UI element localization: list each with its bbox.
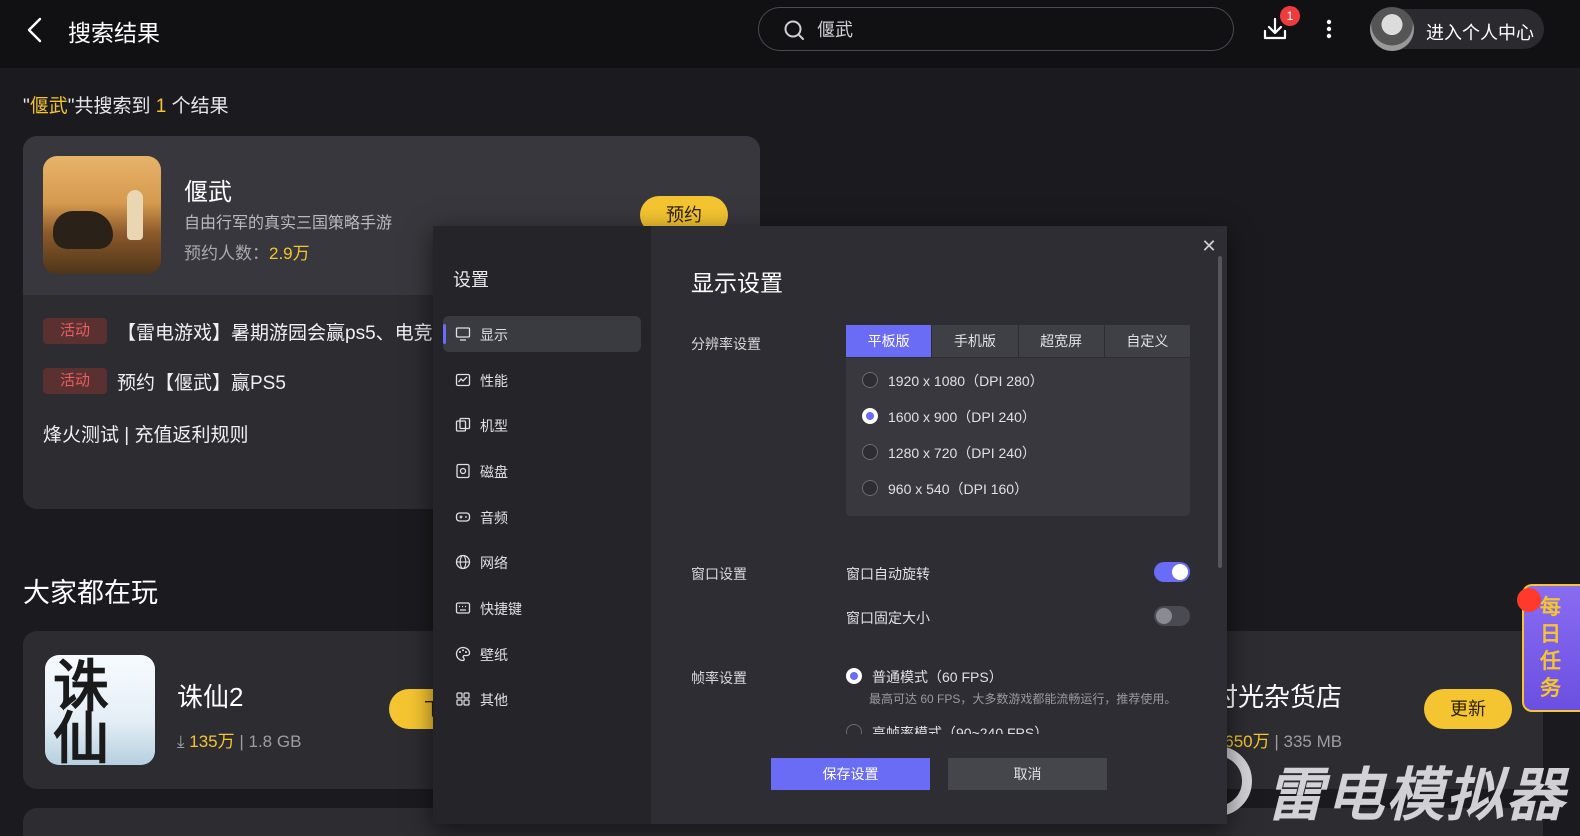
settings-nav-wallpaper[interactable]: 壁纸 bbox=[443, 636, 641, 672]
window-settings-label: 窗口设置 bbox=[691, 566, 747, 582]
activity-text[interactable]: 【雷电游戏】暑期游园会赢ps5、电竞 bbox=[117, 318, 433, 345]
settings-nav-performance[interactable]: 性能 bbox=[443, 362, 641, 398]
search-box[interactable] bbox=[758, 7, 1234, 51]
popular-section-title: 大家都在玩 bbox=[23, 578, 158, 608]
activity-tag: 活动 bbox=[43, 368, 107, 394]
update-button[interactable]: 更新 bbox=[1424, 689, 1512, 729]
game-icon[interactable] bbox=[43, 156, 161, 274]
settings-sidebar-title: 设置 bbox=[453, 270, 489, 290]
tab-phone[interactable]: 手机版 bbox=[932, 325, 1018, 357]
activity-text[interactable]: 预约【偃武】赢PS5 bbox=[117, 368, 286, 395]
avatar bbox=[1370, 7, 1414, 51]
notification-dot bbox=[1517, 588, 1541, 612]
daily-task-label: 每日任务 bbox=[1540, 596, 1561, 700]
resolution-options: 1920 x 1080（DPI 280） 1600 x 900（DPI 240）… bbox=[846, 358, 1190, 516]
download-count-badge: 1 bbox=[1280, 6, 1300, 26]
audio-icon bbox=[455, 512, 471, 522]
settings-title: 显示设置 bbox=[691, 270, 783, 296]
auto-rotate-label: 窗口自动旋转 bbox=[846, 566, 930, 582]
cancel-button[interactable]: 取消 bbox=[948, 758, 1107, 790]
radio-button[interactable] bbox=[862, 372, 878, 388]
fixed-size-label: 窗口固定大小 bbox=[846, 610, 930, 626]
back-arrow-icon[interactable] bbox=[20, 14, 52, 46]
auto-rotate-toggle[interactable] bbox=[1154, 562, 1190, 582]
disk-icon bbox=[456, 463, 470, 479]
more-menu-icon[interactable] bbox=[1318, 16, 1340, 42]
radio-button-selected[interactable] bbox=[846, 668, 862, 684]
game-name[interactable]: 偃武 bbox=[184, 172, 232, 207]
watermark: 雷电模拟器 bbox=[1182, 744, 1564, 828]
grid-icon bbox=[456, 692, 470, 706]
summary-keyword: 偃武 bbox=[29, 96, 68, 117]
close-icon[interactable]: ✕ bbox=[1197, 234, 1221, 258]
game-links[interactable]: 烽火测试 | 充值返利规则 bbox=[43, 420, 249, 447]
fixed-size-toggle[interactable] bbox=[1154, 606, 1190, 626]
performance-icon bbox=[455, 373, 471, 387]
reserve-count: 预约人数：2.9万 bbox=[184, 244, 310, 263]
tab-ultrawide[interactable]: 超宽屏 bbox=[1018, 325, 1104, 357]
user-center-label: 进入个人中心 bbox=[1426, 23, 1534, 43]
tab-tablet[interactable]: 平板版 bbox=[846, 325, 932, 357]
settings-footer: 保存设置 取消 bbox=[651, 738, 1227, 824]
keyboard-icon bbox=[455, 602, 471, 614]
game-description: 自由行军的真实三国策略手游 bbox=[184, 215, 393, 232]
fps-high-option[interactable]: 高帧率模式（90~240 FPS） bbox=[846, 722, 1190, 734]
settings-nav-network[interactable]: 网络 bbox=[443, 544, 641, 580]
search-icon bbox=[784, 20, 804, 40]
settings-nav-disk[interactable]: 磁盘 bbox=[443, 453, 641, 489]
resolution-label: 分辨率设置 bbox=[691, 336, 761, 352]
activity-tag: 活动 bbox=[43, 318, 107, 344]
watermark-text: 雷电模拟器 bbox=[1266, 763, 1567, 828]
user-center-button[interactable]: 进入个人中心 bbox=[1370, 7, 1544, 51]
settings-scrollbar[interactable] bbox=[1218, 256, 1222, 568]
download-count-icon: ⤓ bbox=[177, 732, 190, 751]
fps-normal-hint: 最高可达 60 FPS，大多数游戏都能流畅运行，推荐使用。 bbox=[869, 692, 1177, 706]
settings-sidebar: 设置 显示 性能 机型 磁盘 音频 网络 快捷键 壁纸 其他 bbox=[433, 226, 651, 824]
radio-button[interactable] bbox=[846, 724, 862, 734]
zhuxian-game-icon[interactable]: 诛仙 bbox=[45, 655, 155, 767]
game-name[interactable]: 诛仙2 bbox=[177, 677, 243, 714]
fps-settings-label: 帧率设置 bbox=[691, 670, 747, 686]
device-model-icon bbox=[455, 417, 471, 432]
search-input[interactable] bbox=[817, 16, 1207, 42]
settings-nav-display[interactable]: 显示 bbox=[443, 316, 641, 352]
game-meta: ⤓ 135万 | 1.8 GB bbox=[177, 732, 302, 751]
settings-nav-other[interactable]: 其他 bbox=[443, 681, 641, 717]
resolution-tabs: 平板版 手机版 超宽屏 自定义 bbox=[846, 325, 1190, 357]
network-globe-icon bbox=[455, 554, 471, 570]
settings-nav-audio[interactable]: 音频 bbox=[443, 499, 641, 535]
page-title: 搜索结果 bbox=[68, 20, 160, 46]
tab-custom[interactable]: 自定义 bbox=[1104, 325, 1190, 357]
settings-nav-device-model[interactable]: 机型 bbox=[443, 407, 641, 443]
top-bar: 搜索结果 1 进入个人中心 bbox=[0, 0, 1580, 68]
game-name[interactable]: 时光杂货店 bbox=[1212, 677, 1342, 714]
settings-nav-shortcuts[interactable]: 快捷键 bbox=[443, 590, 641, 626]
summary-count: 1 bbox=[155, 96, 167, 117]
settings-dialog: 设置 显示 性能 机型 磁盘 音频 网络 快捷键 壁纸 其他 ✕ 显示设置 分辨… bbox=[433, 226, 1227, 824]
monitor-icon bbox=[455, 327, 471, 341]
palette-icon bbox=[455, 646, 471, 662]
radio-button[interactable] bbox=[862, 444, 878, 460]
result-summary: "偃武"共搜索到 1 个结果 bbox=[23, 96, 229, 117]
save-settings-button[interactable]: 保存设置 bbox=[771, 758, 930, 790]
radio-button[interactable] bbox=[862, 480, 878, 496]
radio-button-selected[interactable] bbox=[862, 408, 878, 424]
